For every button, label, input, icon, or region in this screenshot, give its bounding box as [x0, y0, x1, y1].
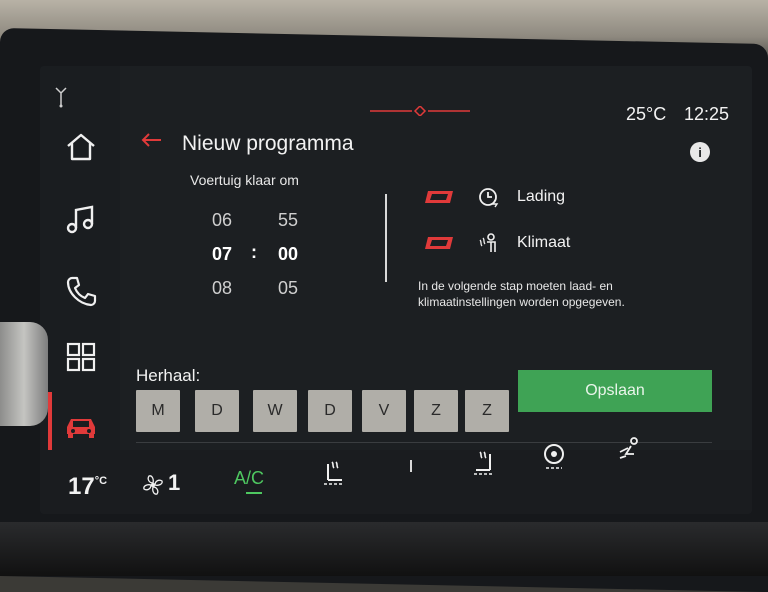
fan-icon[interactable]: [142, 474, 164, 496]
car-icon: [67, 419, 95, 438]
ac-button[interactable]: A/C: [234, 468, 264, 489]
time-separator: :: [251, 242, 257, 262]
seat-ventilation-icon[interactable]: [616, 436, 644, 464]
info-button[interactable]: i: [690, 142, 710, 162]
seat-heat-right-icon[interactable]: [470, 448, 498, 476]
clock: 12:25: [684, 104, 730, 124]
divider: [385, 194, 387, 282]
nav-media[interactable]: [60, 198, 102, 240]
music-note-icon: [66, 205, 94, 234]
minute-next[interactable]: 05: [268, 278, 308, 299]
lading-label: Lading: [517, 188, 566, 205]
ac-active-indicator: [246, 492, 262, 494]
day-friday[interactable]: V: [362, 390, 406, 432]
dashboard-trim: [0, 522, 768, 576]
nav-home[interactable]: [60, 126, 102, 168]
day-tuesday[interactable]: D: [195, 390, 239, 432]
brand-logo-icon: [370, 106, 470, 116]
save-button[interactable]: Opslaan: [518, 370, 712, 412]
connectivity-icon: [55, 87, 67, 108]
minute-selected[interactable]: 00: [268, 244, 308, 265]
climate-person-icon: [479, 233, 496, 252]
charging-clock-icon: [479, 188, 499, 208]
klimaat-label: Klimaat: [517, 234, 571, 251]
back-arrow-icon[interactable]: [140, 132, 162, 148]
cabin-temperature-value: 17: [68, 473, 95, 500]
outside-temperature: 25°C: [626, 104, 667, 124]
hint-text: In de volgende stap moeten laad- en klim…: [418, 279, 625, 309]
day-saturday[interactable]: Z: [414, 390, 458, 432]
home-icon: [67, 133, 95, 161]
phone-icon: [66, 276, 97, 307]
nav-vehicle[interactable]: [60, 406, 102, 448]
page-title: Nieuw programma: [182, 132, 354, 155]
fan-level: 1: [168, 470, 181, 495]
repeat-label: Herhaal:: [136, 366, 201, 385]
apps-grid-icon: [66, 342, 96, 372]
hour-prev[interactable]: 06: [202, 210, 242, 231]
cabin-temperature-unit: °C: [94, 475, 108, 487]
phone-holder: [0, 322, 48, 426]
nav-phone[interactable]: [60, 270, 102, 312]
nav-apps[interactable]: [60, 336, 102, 378]
hour-selected[interactable]: 07: [202, 244, 242, 265]
cabin-temperature[interactable]: 17°C: [68, 473, 107, 501]
ready-time-label: Voertuig klaar om: [190, 172, 299, 188]
lading-toggle[interactable]: [424, 190, 454, 204]
day-thursday[interactable]: D: [308, 390, 352, 432]
infotainment-screen: 25°C 12:25 i Nieuw programma Voertuig kl…: [40, 66, 752, 514]
day-sunday[interactable]: Z: [465, 390, 509, 432]
seat-heat-left-icon[interactable]: [320, 458, 348, 486]
klimaat-toggle[interactable]: [424, 236, 454, 250]
sidebar: [40, 66, 120, 514]
minute-prev[interactable]: 55: [268, 210, 308, 231]
day-wednesday[interactable]: W: [253, 390, 297, 432]
steering-wheel-heat-icon[interactable]: [540, 442, 568, 470]
climate-divider: [410, 460, 412, 472]
hour-next[interactable]: 08: [202, 278, 242, 299]
day-monday[interactable]: M: [136, 390, 180, 432]
